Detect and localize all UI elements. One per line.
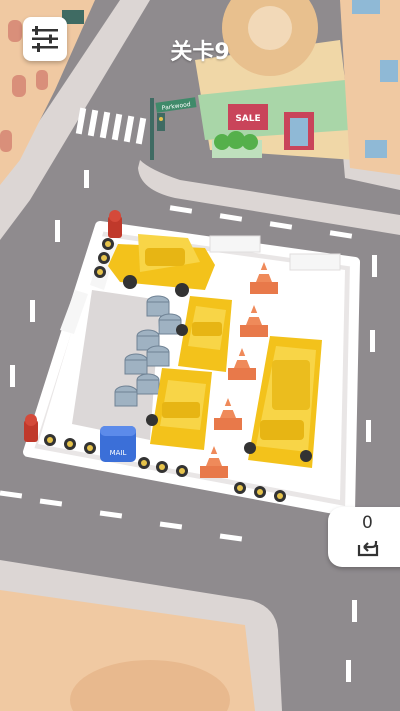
level-title: 关卡9 [170, 40, 230, 65]
mailbox: MAIL [100, 426, 136, 462]
fire-hydrant-top [108, 210, 122, 238]
undo-button[interactable]: 0 [328, 507, 400, 567]
undo-arrow-icon [357, 541, 379, 557]
shop-sign: SALE [235, 114, 260, 124]
game-screen: SALE Parkwood MAIL 关卡9 0 [0, 0, 400, 711]
right-building [340, 0, 400, 175]
sliders-icon [32, 26, 58, 52]
fire-hydrant-left [24, 414, 38, 442]
settings-button[interactable] [23, 17, 67, 61]
parking-lot-scene: SALE Parkwood MAIL [0, 0, 400, 711]
undo-count: 0 [362, 513, 373, 533]
mailbox-label: MAIL [110, 449, 127, 457]
